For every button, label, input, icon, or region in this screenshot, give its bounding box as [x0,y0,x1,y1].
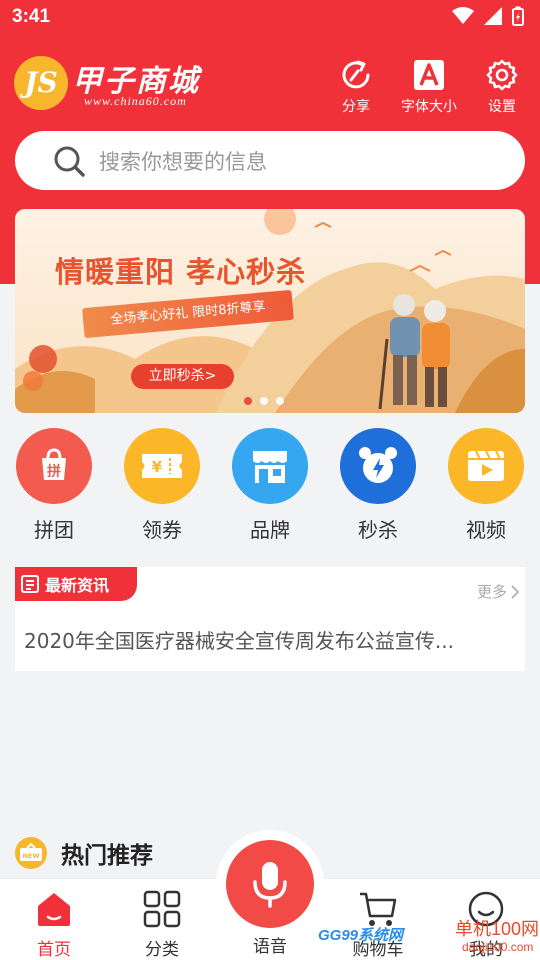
category-icon [143,889,181,929]
banner-title: 情暖重阳 孝心秒杀 [55,255,307,289]
status-icons [452,6,524,26]
nav-category[interactable]: 分类 [108,889,216,960]
quick-menu: 拼 拼团 ¥ 领券 品牌 秒杀 视频 [0,428,540,548]
hot-recommend-section: NEW 热门推荐 [15,836,153,870]
group-buy-glyph: 拼 [47,463,61,480]
chevron-right-icon [511,584,519,599]
new-badge-text: NEW [22,852,39,860]
font-size-icon [413,58,445,92]
news-more-label: 更多 [476,583,507,601]
share-label: 分享 [342,99,370,115]
share-button[interactable]: 分享 [328,58,384,116]
quick-label: 秒杀 [358,518,398,542]
nav-label: 首页 [37,940,71,960]
banner-cta-button[interactable]: 立即秒杀> [131,364,234,389]
search-placeholder: 搜索你想要的信息 [99,149,267,174]
share-icon [339,58,373,92]
quick-item-group-buy[interactable]: 拼 拼团 [0,428,108,543]
hot-recommend-title: 热门推荐 [61,843,153,869]
nav-home[interactable]: 首页 [0,889,108,960]
quick-label: 视频 [466,518,506,542]
brand-store-icon [232,428,308,504]
voice-label: 语音 [253,937,287,957]
font-size-button[interactable]: 字体大小 [398,58,460,116]
quick-item-brand[interactable]: 品牌 [216,428,324,543]
quick-label: 领券 [142,518,182,542]
quick-item-coupon[interactable]: ¥ 领券 [108,428,216,543]
watermark-right-url: danji100.com [462,940,534,954]
gear-icon [486,58,518,92]
signal-icon [484,7,502,25]
coupon-icon: ¥ [124,428,200,504]
microphone-icon [253,862,287,908]
wifi-icon [452,7,474,24]
watermark-left: GG99系统网 [318,927,404,944]
app-logo[interactable]: JS 甲子商城 www.china60.com [14,56,224,116]
search-input[interactable]: 搜索你想要的信息 [15,131,525,190]
battery-icon [512,6,524,26]
quick-item-video[interactable]: 视频 [432,428,540,543]
banner-dot[interactable] [244,397,252,405]
banner-dot[interactable] [276,397,284,405]
cart-icon [358,889,398,929]
voice-button[interactable] [226,840,314,928]
settings-button[interactable]: 设置 [474,58,530,116]
news-tag: 最新资讯 [15,567,137,601]
logo-url: www.china60.com [84,94,187,108]
header-actions: 分享 字体大小 设置 [328,58,530,116]
news-tag-label: 最新资讯 [45,576,110,595]
banner-dot[interactable] [260,397,268,405]
alarm-clock-icon [340,428,416,504]
quick-item-flash-sale[interactable]: 秒杀 [324,428,432,543]
logo-mark: JS [14,56,68,110]
quick-label: 拼团 [34,518,74,542]
news-headline[interactable]: 2020年全国医疗器械安全宣传周发布公益宣传... [24,625,514,654]
banner-pagination [244,397,284,405]
group-buy-icon: 拼 [16,428,92,504]
status-bar: 3:41 [0,0,540,36]
coupon-glyph: ¥ [152,458,163,476]
news-more-link[interactable]: 更多 [477,581,519,602]
watermark-right: 单机100网 [455,919,540,939]
video-icon [448,428,524,504]
quick-label: 品牌 [250,518,290,542]
new-badge-icon: NEW [15,837,47,869]
home-icon [34,889,74,929]
promo-banner[interactable]: 情暖重阳 孝心秒杀 全场孝心好礼 限时8折尊享 立即秒杀> [15,209,525,413]
nav-label: 分类 [145,940,179,960]
news-card[interactable]: 最新资讯 更多 2020年全国医疗器械安全宣传周发布公益宣传... [15,567,525,671]
search-icon [54,146,85,177]
settings-label: 设置 [488,99,516,115]
status-time: 3:41 [12,6,51,27]
font-size-label: 字体大小 [401,99,457,115]
news-doc-icon [21,575,39,593]
